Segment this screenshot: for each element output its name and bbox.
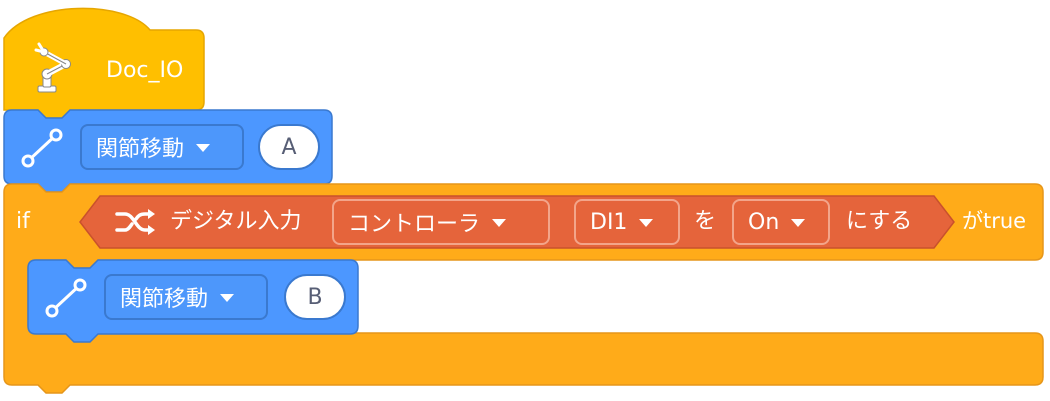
move-type-label: 関節移動 [96,137,185,162]
move-type-dropdown-1[interactable]: 関節移動 [80,124,244,170]
chevron-down-icon [492,219,507,227]
chevron-down-icon [791,219,806,227]
chevron-down-icon [639,219,654,227]
joint-move-icon [21,128,63,168]
if-keyword: if [16,209,30,234]
condition-suffix: にする [846,209,913,234]
target-input-1[interactable]: A [258,124,320,170]
port-dropdown[interactable]: DI1 [574,199,680,245]
port-dropdown-label: DI1 [590,209,628,235]
chevron-down-icon [196,144,211,152]
particle-wo: を [694,209,717,234]
move-type-label: 関節移動 [120,287,209,312]
if-suffix: がtrue [962,209,1027,233]
shuffle-icon [115,209,155,235]
state-dropdown[interactable]: On [732,199,830,245]
device-dropdown-label: コントローラ [348,212,481,237]
block-canvas: Doc_IO 関節移動 A if デジタル入力 コントローラ DI1 を On … [0,0,1050,401]
robot-arm-icon [34,42,71,93]
condition-prefix: デジタル入力 [170,209,302,234]
joint-move-icon [45,278,87,318]
chevron-down-icon [220,294,235,302]
target-input-2[interactable]: B [284,274,346,320]
state-dropdown-label: On [748,209,780,235]
hat-label: Doc_IO [106,58,184,83]
move-type-dropdown-2[interactable]: 関節移動 [104,274,268,320]
device-dropdown[interactable]: コントローラ [332,199,550,245]
